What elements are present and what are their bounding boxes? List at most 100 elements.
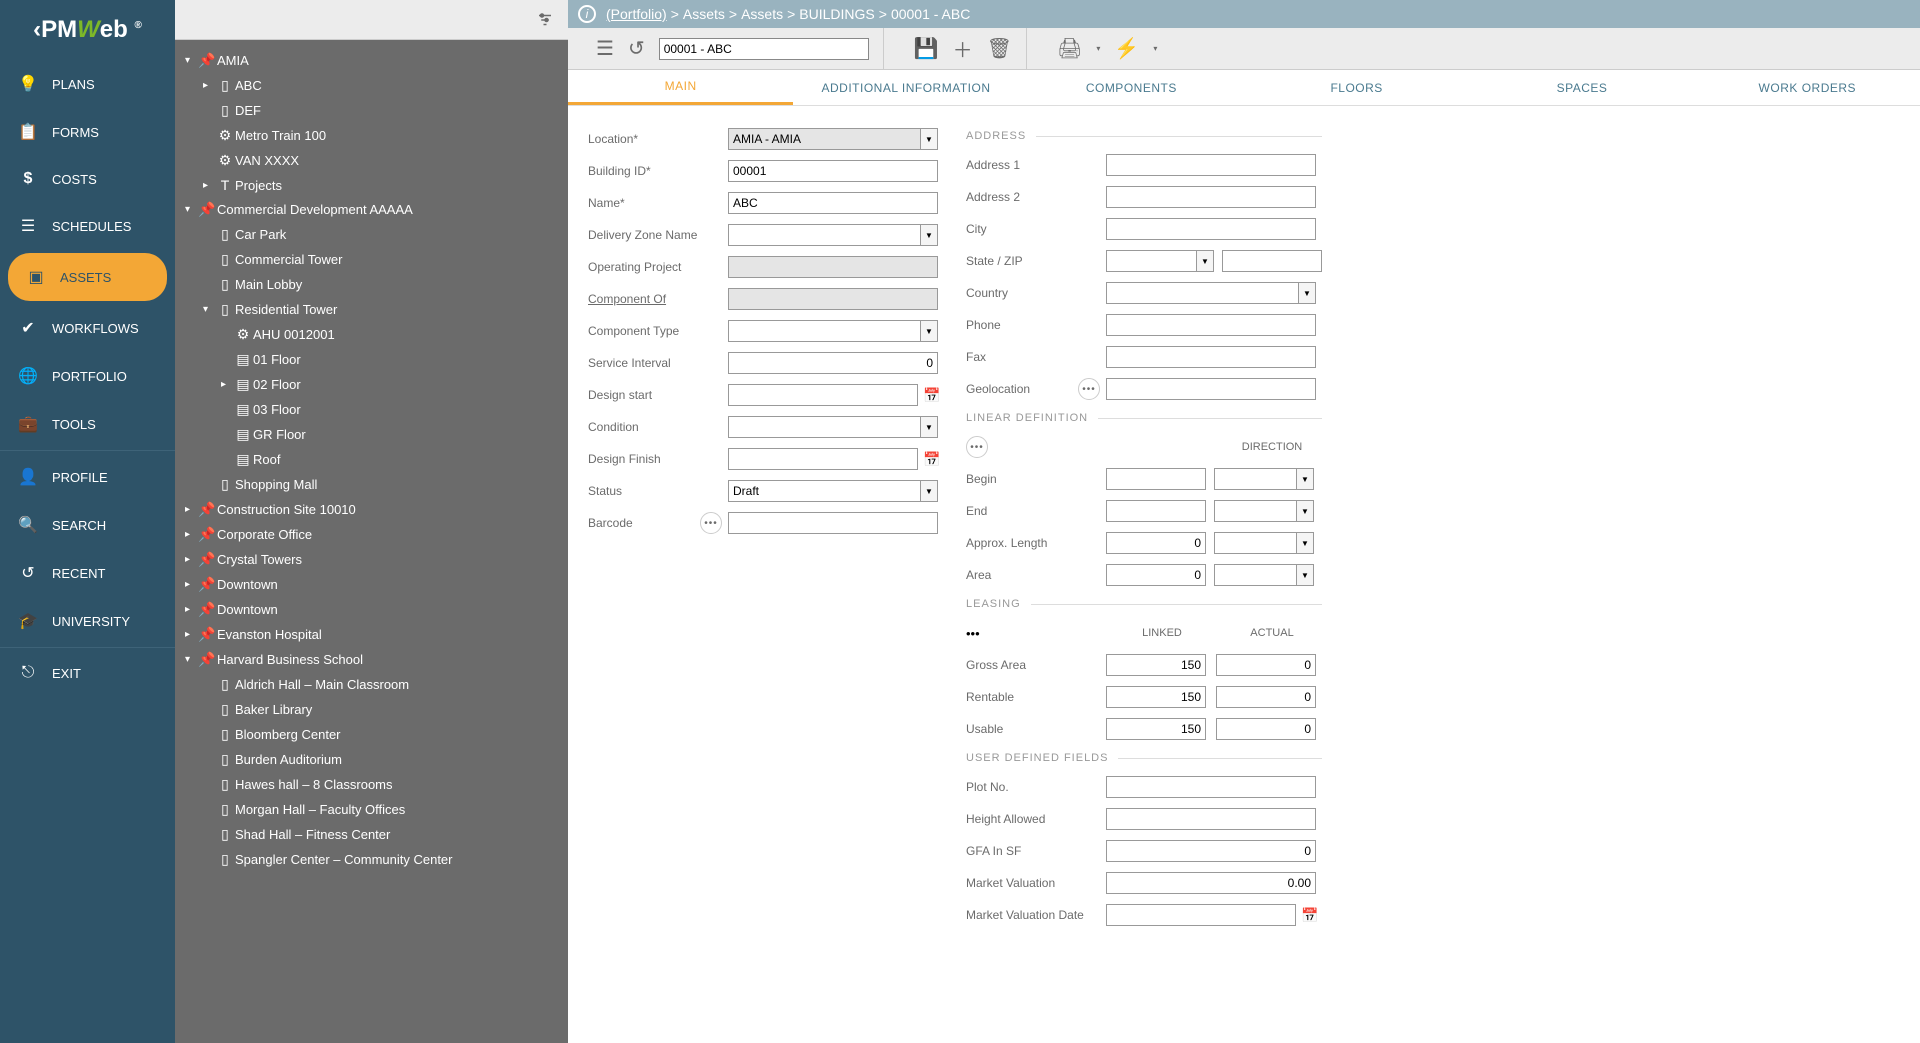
nav-workflows[interactable]: ✔WORKFLOWS	[0, 304, 175, 352]
tree-node[interactable]: ▯Main Lobby	[179, 272, 564, 297]
tree-node[interactable]: ▤GR Floor	[179, 422, 564, 447]
city-input[interactable]	[1106, 218, 1316, 240]
tab-main[interactable]: MAIN	[568, 70, 793, 105]
tab-additional[interactable]: ADDITIONAL INFORMATION	[793, 70, 1018, 105]
breadcrumb-part[interactable]: Assets	[683, 6, 725, 22]
tree-node[interactable]: ▸▯ABC	[179, 73, 564, 98]
tree-node[interactable]: ▯Hawes hall – 8 Classrooms	[179, 772, 564, 797]
tree-node[interactable]: ⚙VAN XXXX	[179, 148, 564, 173]
fax-input[interactable]	[1106, 346, 1316, 368]
plot-input[interactable]	[1106, 776, 1316, 798]
tree-node[interactable]: ▯Aldrich Hall – Main Classroom	[179, 672, 564, 697]
print-icon[interactable]: 🖨	[1057, 36, 1082, 61]
tree-arrow-icon[interactable]: ▾	[185, 55, 197, 66]
tree-node[interactable]: ▸📌Crystal Towers	[179, 547, 564, 572]
condition-input[interactable]	[728, 416, 920, 438]
tree-node[interactable]: ▸📌Evanston Hospital	[179, 622, 564, 647]
tree-arrow-icon[interactable]: ▸	[221, 379, 233, 390]
tree-node[interactable]: ▸📌Downtown	[179, 572, 564, 597]
dropdown-icon[interactable]: ▼	[920, 416, 938, 438]
design-start-input[interactable]	[728, 384, 918, 406]
tree-node[interactable]: ▯Bloomberg Center	[179, 722, 564, 747]
filter-icon[interactable]	[536, 11, 554, 29]
address2-input[interactable]	[1106, 186, 1316, 208]
tree-arrow-icon[interactable]: ▸	[203, 180, 215, 191]
tree-node[interactable]: ▯Burden Auditorium	[179, 747, 564, 772]
tree-node[interactable]: ⚙AHU 0012001	[179, 322, 564, 347]
nav-search[interactable]: 🔍SEARCH	[0, 501, 175, 549]
tree-arrow-icon[interactable]: ▾	[203, 304, 215, 315]
dropdown-icon[interactable]: ▼	[920, 480, 938, 502]
tree-node[interactable]: ▯DEF	[179, 98, 564, 123]
tree-node[interactable]: ▤03 Floor	[179, 397, 564, 422]
save-icon[interactable]: 💾	[914, 36, 939, 61]
tree-arrow-icon[interactable]: ▾	[185, 204, 197, 215]
tab-workorders[interactable]: WORK ORDERS	[1695, 70, 1920, 105]
breadcrumb-root[interactable]: (Portfolio)	[606, 6, 667, 22]
area-input[interactable]	[1106, 564, 1206, 586]
dropdown-icon[interactable]: ▼	[1196, 250, 1214, 272]
tab-components[interactable]: COMPONENTS	[1019, 70, 1244, 105]
nav-exit[interactable]: ⎋EXIT	[0, 650, 175, 696]
approx-input[interactable]	[1106, 532, 1206, 554]
service-interval-input[interactable]	[728, 352, 938, 374]
tree-node[interactable]: ▾📌AMIA	[179, 48, 564, 73]
tree-arrow-icon[interactable]: ▸	[185, 529, 197, 540]
nav-assets[interactable]: ▣ASSETS	[8, 253, 167, 301]
tree-arrow-icon[interactable]: ▸	[185, 629, 197, 640]
tab-floors[interactable]: FLOORS	[1244, 70, 1469, 105]
nav-recent[interactable]: ↺RECENT	[0, 549, 175, 597]
nav-forms[interactable]: 📋FORMS	[0, 108, 175, 156]
begin-input[interactable]	[1106, 468, 1206, 490]
nav-tools[interactable]: 💼TOOLS	[0, 400, 175, 448]
geolocation-input[interactable]	[1106, 378, 1316, 400]
tree-arrow-icon[interactable]: ▸	[185, 579, 197, 590]
status-input[interactable]	[728, 480, 920, 502]
asset-tree[interactable]: ▾📌AMIA▸▯ABC▯DEF⚙Metro Train 100⚙VAN XXXX…	[175, 40, 568, 1043]
dropdown-icon[interactable]: ▼	[1296, 564, 1314, 586]
dropdown-icon[interactable]: ▼	[1296, 468, 1314, 490]
mvd-input[interactable]	[1106, 904, 1296, 926]
more-icon[interactable]: •••	[966, 436, 988, 458]
tree-node[interactable]: ▤Roof	[179, 447, 564, 472]
calendar-icon[interactable]: 📅	[922, 384, 942, 406]
rentable-actual-input[interactable]	[1216, 686, 1316, 708]
calendar-icon[interactable]: 📅	[1300, 904, 1320, 926]
nav-portfolio[interactable]: 🌐PORTFOLIO	[0, 352, 175, 400]
state-input[interactable]	[1106, 250, 1196, 272]
tree-node[interactable]: ▸📌Construction Site 10010	[179, 497, 564, 522]
height-input[interactable]	[1106, 808, 1316, 830]
nav-costs[interactable]: $COSTS	[0, 156, 175, 202]
breadcrumb-part[interactable]: Assets	[741, 6, 783, 22]
barcode-input[interactable]	[728, 512, 938, 534]
building-id-input[interactable]	[728, 160, 938, 182]
address1-input[interactable]	[1106, 154, 1316, 176]
dropdown-icon[interactable]: ▼	[1296, 532, 1314, 554]
design-finish-input[interactable]	[728, 448, 918, 470]
gfa-input[interactable]	[1106, 840, 1316, 862]
tree-node[interactable]: ⚙Metro Train 100	[179, 123, 564, 148]
tree-node[interactable]: ▯Car Park	[179, 222, 564, 247]
country-input[interactable]	[1106, 282, 1298, 304]
mv-input[interactable]	[1106, 872, 1316, 894]
tree-node[interactable]: ▯Shad Hall – Fitness Center	[179, 822, 564, 847]
usable-actual-input[interactable]	[1216, 718, 1316, 740]
history-icon[interactable]: ↺	[628, 36, 645, 61]
end-dir-input[interactable]	[1214, 500, 1296, 522]
tree-node[interactable]: ▯Commercial Tower	[179, 247, 564, 272]
tree-node[interactable]: ▾📌Commercial Development AAAAA	[179, 197, 564, 222]
tree-node[interactable]: ▸TProjects	[179, 173, 564, 197]
dropdown-icon[interactable]: ▼	[920, 128, 938, 150]
bolt-icon[interactable]: ⚡	[1114, 36, 1139, 61]
component-of-label[interactable]: Component Of	[588, 292, 728, 306]
tree-arrow-icon[interactable]: ▸	[185, 504, 197, 515]
list-icon[interactable]: ☰	[596, 36, 614, 61]
tree-node[interactable]: ▾📌Harvard Business School	[179, 647, 564, 672]
gross-actual-input[interactable]	[1216, 654, 1316, 676]
tree-node[interactable]: ▤01 Floor	[179, 347, 564, 372]
nav-plans[interactable]: 💡PLANS	[0, 60, 175, 108]
area-unit-input[interactable]	[1214, 564, 1296, 586]
nav-schedules[interactable]: ☰SCHEDULES	[0, 202, 175, 250]
tree-arrow-icon[interactable]: ▸	[185, 554, 197, 565]
tab-spaces[interactable]: SPACES	[1469, 70, 1694, 105]
